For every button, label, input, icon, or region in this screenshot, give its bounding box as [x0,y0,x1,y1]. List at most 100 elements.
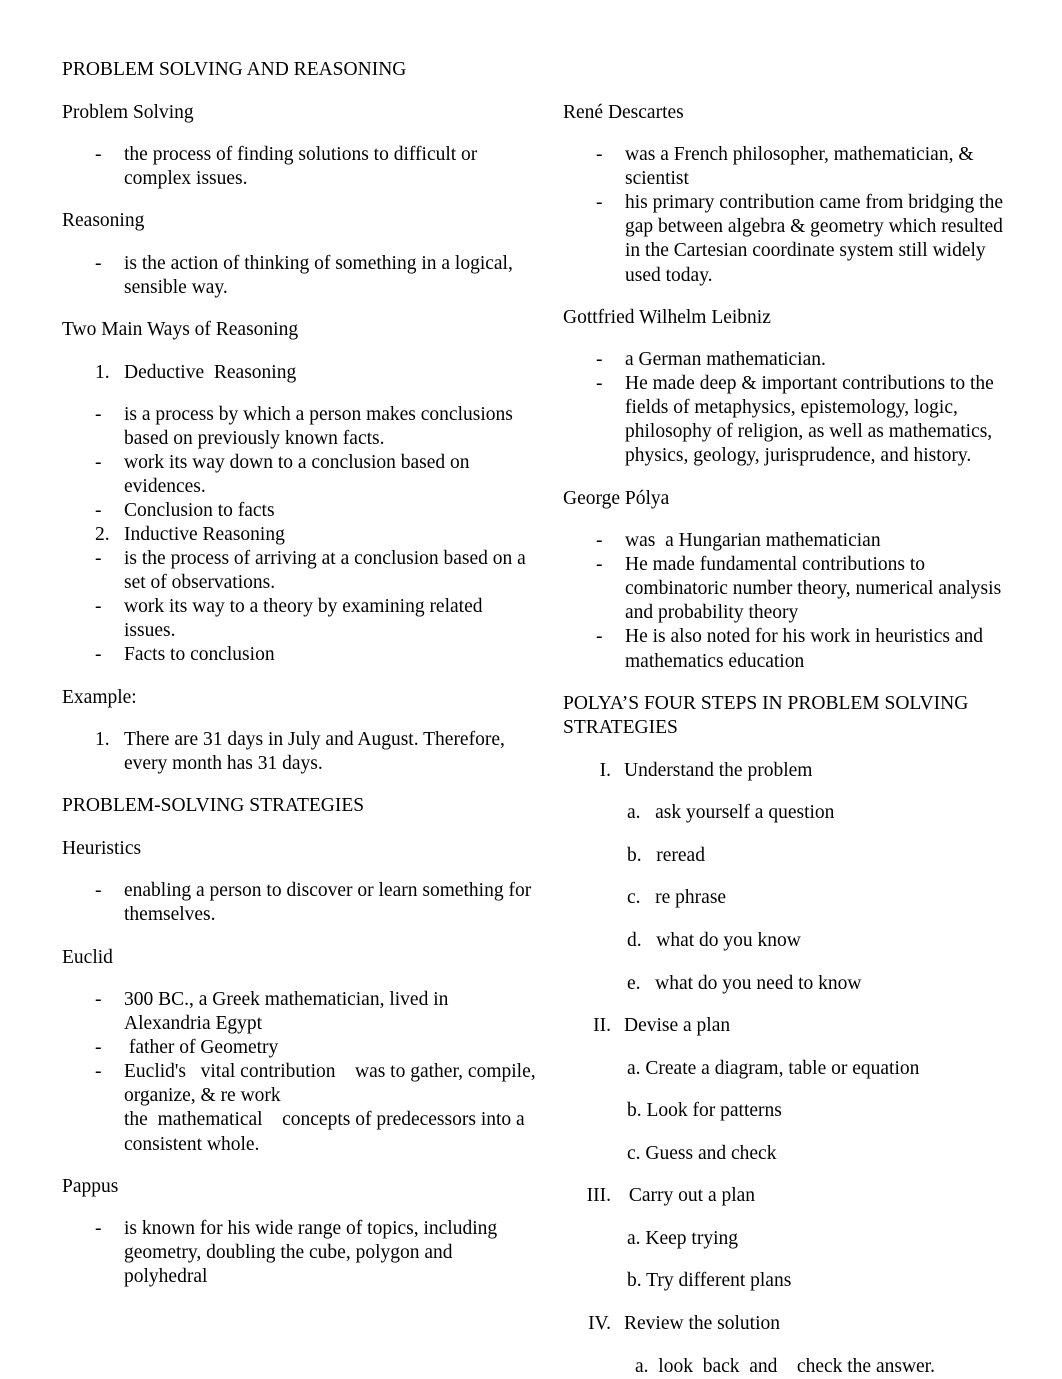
descartes-bullet-list: - was a French philosopher, mathematician… [563,143,1006,287]
list-item: - Euclid's vital contribution was to gath… [62,1060,536,1156]
list-item: -a German mathematician. [563,348,1006,372]
document-title: PROBLEM SOLVING AND REASONING [62,59,407,80]
problem-solving-bullet-list: - the process of finding solutions to dif… [62,143,536,191]
list-item-text: work its way down to a conclusion based … [124,451,475,497]
dash-bullet-icon: - [596,192,603,214]
dash-bullet-icon: - [95,1061,102,1083]
list-marker: 2. [95,524,110,546]
list-item: - is a process by which a person makes co… [62,403,536,451]
substep-row: a. look back and check the answer. [635,1355,935,1377]
list-item: - was a Hungarian mathematician [563,529,1006,553]
dash-bullet-icon: - [95,596,102,618]
list-item-text: the process of finding solutions to diff… [124,144,483,190]
substep-row: e. what do you need to know [627,972,862,994]
list-item: - He made deep & important contributions … [563,372,1006,468]
heading-reasoning: Reasoning [62,210,145,232]
list-item-text: There are 31 days in July and August. Th… [124,729,510,775]
dash-bullet-icon: - [95,451,102,473]
heading-pappus: Pappus [62,1175,119,1197]
list-marker: 1. [95,729,110,751]
heading-problem-solving: Problem Solving [62,101,194,123]
list-item: - enabling a person to discover or learn … [62,879,536,927]
list-item: 1. There are 31 days in July and August. … [62,728,536,776]
substep-row: a. ask yourself a question [627,802,835,824]
dash-bullet-icon: - [95,644,102,666]
list-marker: 1. [95,361,110,383]
substep-row: b. Try different plans [627,1270,792,1292]
dash-bullet-icon: - [95,989,102,1011]
heuristics-bullet-list: - enabling a person to discover or learn … [62,879,536,927]
dash-bullet-icon: - [596,144,603,166]
heading-euclid: Euclid [62,946,113,968]
heading-polya: George Pólya [563,487,670,509]
list-item: - his primary contribution came from brid… [563,191,1006,287]
step-row: III. Carry out a plan [563,1184,1006,1209]
pappus-bullet-list: - is known for his wide range of topics, … [62,1217,536,1289]
list-item: - He made fundamental contributions to co… [563,553,1006,625]
dash-bullet-icon: - [95,144,102,166]
list-item: 2. Inductive Reasoning [62,523,536,547]
list-item-text: work its way to a theory by examining re… [124,596,488,642]
heading-example: Example: [62,686,137,708]
dash-bullet-icon: - [596,554,603,576]
list-item: 1. Deductive Reasoning [62,361,536,385]
two-column-body: Problem Solving - the process of finding … [62,101,1006,1379]
substep-row: d. what do you know [627,929,801,951]
dash-bullet-icon: - [95,1037,102,1059]
dash-bullet-icon: - [596,626,603,648]
list-item: -300 BC., a Greek mathematician, lived i… [62,988,536,1036]
list-item-text: Inductive Reasoning [124,524,285,546]
dash-bullet-icon: - [596,373,603,395]
list-item-text: father of Geometry [124,1037,279,1059]
list-item: - is the process of arriving at a conclus… [62,547,536,595]
list-item: - is known for his wide range of topics, … [62,1217,536,1289]
substep-row: a. Create a diagram, table or equation [627,1057,920,1079]
step-title: Understand the problem [624,759,813,781]
euclid-bullet-list: -300 BC., a Greek mathematician, lived i… [62,988,536,1157]
heading-problem-solving-strategies: PROBLEM-SOLVING STRATEGIES [62,795,365,817]
heading-leibniz: Gottfried Wilhelm Leibniz [563,306,771,328]
left-column: Problem Solving - the process of finding … [62,101,562,1308]
polya-bullet-list: - was a Hungarian mathematician - He made … [563,529,1006,673]
list-item-text: was a French philosopher, mathematician,… [625,144,979,190]
list-item-text: Euclid's vital contribution was to gathe… [124,1061,536,1155]
list-item-text: a German mathematician. [625,349,826,371]
list-item-text: his primary contribution came from bridg… [625,192,1008,286]
step-title: Carry out a plan [624,1185,756,1207]
list-item: - was a French philosopher, mathematician… [563,143,1006,191]
dash-bullet-icon: - [95,252,102,274]
list-item-text: 300 BC., a Greek mathematician, lived in… [124,989,453,1035]
reasoning-bullet-list: - is the action of thinking of something … [62,252,536,300]
list-item: - Facts to conclusion [62,643,536,667]
list-item-text: enabling a person to discover or learn s… [124,880,537,926]
right-column: René Descartes - was a French philosopher… [562,101,1006,1379]
dash-bullet-icon: - [95,499,102,521]
heading-descartes: René Descartes [563,101,684,123]
dash-bullet-icon: - [95,880,102,902]
step-numeral: IV. [588,1313,611,1335]
substep-row: c. Guess and check [627,1142,777,1164]
list-item: - work its way down to a conclusion based… [62,451,536,499]
list-item-text: Conclusion to facts [124,499,275,521]
dash-bullet-icon: - [95,548,102,570]
list-item-text: is a process by which a person makes con… [124,403,518,449]
step-numeral: III. [586,1185,611,1207]
substep-row: b. Look for patterns [627,1100,782,1122]
list-item-text: He made deep & important contributions t… [625,373,999,467]
heading-heuristics: Heuristics [62,837,142,859]
document-page: PROBLEM SOLVING AND REASONING Problem So… [0,0,1062,1379]
step-row: II. Devise a plan [563,1014,1006,1039]
reasoning-types-list: 1. Deductive Reasoning - is a process by w… [62,361,536,668]
list-item-text: is the process of arriving at a conclusi… [124,548,531,594]
list-item-text: He made fundamental contributions to com… [625,554,1007,624]
list-item-text: is known for his wide range of topics, i… [124,1218,503,1288]
heading-two-main-ways: Two Main Ways of Reasoning [62,319,299,340]
list-item: - work its way to a theory by examining r… [62,595,536,643]
example-list: 1. There are 31 days in July and August. … [62,728,536,776]
list-item: - Conclusion to facts [62,499,536,523]
step-title: Devise a plan [624,1015,731,1037]
substep-row: c. re phrase [627,887,727,909]
dash-bullet-icon: - [95,1218,102,1240]
dash-bullet-icon: - [596,349,603,371]
list-item: - is the action of thinking of something … [62,252,536,300]
